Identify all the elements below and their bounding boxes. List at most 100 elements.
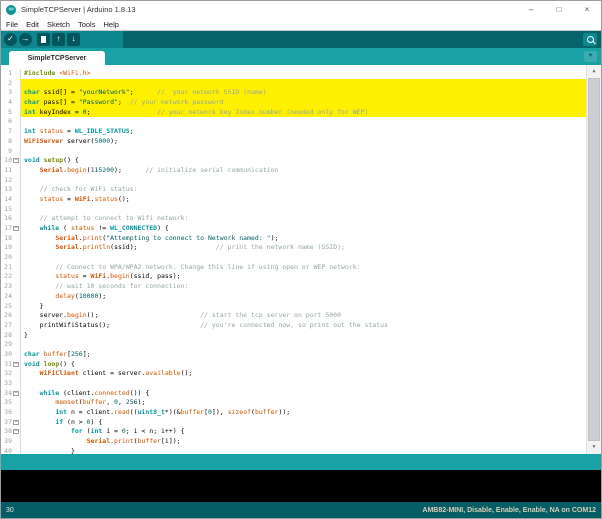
code-line: 13− // check for WiFi status: (1, 185, 586, 195)
document-icon (41, 36, 46, 43)
tab-dropdown-button[interactable]: ▼ (584, 51, 597, 62)
code-line: 35− memset(buffer, 0, 256); (1, 398, 586, 408)
line-number: 5 (1, 108, 13, 118)
console-output (1, 470, 601, 502)
code-line: 15− (1, 205, 586, 215)
line-number: 14 (1, 195, 13, 205)
menu-item-help[interactable]: Help (103, 20, 118, 29)
line-status-bar: 30 AMB82-MINI, Disable, Enable, Enable, … (1, 502, 601, 518)
arduino-ide-window: ∞ SimpleTCPServer | Arduino 1.8.13 – □ ×… (0, 0, 602, 519)
code-line: 31−void loop() { (1, 360, 586, 370)
code-line: 5−int keyIndex = 0; // your network key … (1, 108, 586, 118)
line-number: 35 (1, 398, 13, 408)
scrollbar-thumb[interactable] (588, 78, 600, 441)
code-line: 4−char pass[] = "Password"; // your netw… (1, 98, 586, 108)
tab-simpletcpserver[interactable]: SimpleTCPServer (9, 51, 105, 65)
line-number: 13 (1, 185, 13, 195)
save-button[interactable]: ↓ (67, 33, 80, 46)
maximize-button[interactable]: □ (545, 1, 573, 18)
code-line: 23− // wait 10 seconds for connection: (1, 282, 586, 292)
line-number: 1 (1, 69, 13, 79)
fold-icon[interactable]: − (13, 429, 19, 434)
code-line: 28−} (1, 331, 586, 341)
code-line: 20− (1, 253, 586, 263)
line-number: 30 (1, 350, 13, 360)
fold-icon[interactable]: − (13, 226, 19, 231)
code-line: 30−char buffer[256]; (1, 350, 586, 360)
line-number: 31 (1, 360, 13, 370)
scrollbar-up-button[interactable]: ▲ (587, 65, 601, 78)
board-info: AMB82-MINI, Disable, Enable, Enable, NA … (422, 507, 596, 514)
code-line: 14− status = WiFi.status(); (1, 195, 586, 205)
line-number: 26 (1, 311, 13, 321)
fold-icon[interactable]: − (13, 420, 19, 425)
code-line: 3−char ssid[] = "yourNetwork"; // your n… (1, 88, 586, 98)
line-number: 40 (1, 447, 13, 454)
line-number: 24 (1, 292, 13, 302)
close-button[interactable]: × (573, 1, 601, 18)
line-number: 27 (1, 321, 13, 331)
status-strip (1, 454, 601, 470)
code-line: 29− (1, 340, 586, 350)
arrow-up-icon: ↑ (57, 34, 61, 43)
code-line: 26− server.begin(); // start the tcp ser… (1, 311, 586, 321)
line-number: 18 (1, 234, 13, 244)
line-number: 39 (1, 437, 13, 447)
code-line: 39− Serial.print(buffer[i]); (1, 437, 586, 447)
code-line: 40− } (1, 447, 586, 454)
code-line: 36− int n = client.read((uint8_t*)(&buff… (1, 408, 586, 418)
menu-item-sketch[interactable]: Sketch (47, 20, 70, 29)
line-number: 38 (1, 427, 13, 437)
serial-monitor-button[interactable] (583, 33, 597, 46)
check-icon: ✓ (7, 34, 14, 43)
menu-bar: File Edit Sketch Tools Help (1, 18, 601, 31)
scrollbar[interactable]: ▲ ▼ (586, 65, 601, 454)
line-number: 33 (1, 379, 13, 389)
line-number: 37 (1, 418, 13, 428)
line-number: 36 (1, 408, 13, 418)
title-bar: ∞ SimpleTCPServer | Arduino 1.8.13 – □ × (1, 1, 601, 18)
code-line: 38− for (int i = 0; i < n; i++) { (1, 427, 586, 437)
window-title: SimpleTCPServer | Arduino 1.8.13 (21, 5, 517, 14)
menu-item-file[interactable]: File (6, 20, 18, 29)
code-line: 32− WiFiClient client = server.available… (1, 369, 586, 379)
verify-button[interactable]: ✓ (4, 33, 17, 46)
magnifier-icon (587, 36, 594, 43)
new-sketch-button[interactable] (37, 33, 50, 46)
line-number: 12 (1, 176, 13, 186)
code-line: 24− delay(10000); (1, 292, 586, 302)
line-number: 21 (1, 263, 13, 273)
arrow-down-icon: ↓ (72, 34, 76, 43)
line-number: 15 (1, 205, 13, 215)
line-number: 28 (1, 331, 13, 341)
chevron-down-icon: ▼ (588, 53, 594, 59)
arduino-logo-icon: ∞ (6, 5, 16, 15)
menu-item-tools[interactable]: Tools (78, 20, 96, 29)
code-line: 9− (1, 147, 586, 157)
upload-button[interactable]: → (19, 33, 32, 46)
code-line: 11− Serial.begin(115200); // initialize … (1, 166, 586, 176)
line-number: 22 (1, 272, 13, 282)
line-number: 19 (1, 243, 13, 253)
code-line: 22− status = WiFi.begin(ssid, pass); (1, 272, 586, 282)
code-editor[interactable]: 1−#include <WiFi.h>2−3−char ssid[] = "yo… (1, 65, 601, 454)
code-line: 18− Serial.print("Attempting to connect … (1, 234, 586, 244)
line-number: 34 (1, 389, 13, 399)
line-number: 2 (1, 79, 13, 89)
code-line: 25− } (1, 302, 586, 312)
line-number: 29 (1, 340, 13, 350)
fold-icon[interactable]: − (13, 391, 19, 396)
code-line: 7−int status = WL_IDLE_STATUS; (1, 127, 586, 137)
fold-icon[interactable]: − (13, 158, 19, 163)
code-line: 33− (1, 379, 586, 389)
cursor-line-indicator: 30 (6, 507, 422, 514)
scrollbar-down-button[interactable]: ▼ (587, 441, 601, 454)
code-line: 12− (1, 176, 586, 186)
menu-item-edit[interactable]: Edit (26, 20, 39, 29)
minimize-button[interactable]: – (517, 1, 545, 18)
line-number: 3 (1, 88, 13, 98)
line-number: 25 (1, 302, 13, 312)
code-line: 34− while (client.connected()) { (1, 389, 586, 399)
fold-icon[interactable]: − (13, 362, 19, 367)
open-button[interactable]: ↑ (52, 33, 65, 46)
